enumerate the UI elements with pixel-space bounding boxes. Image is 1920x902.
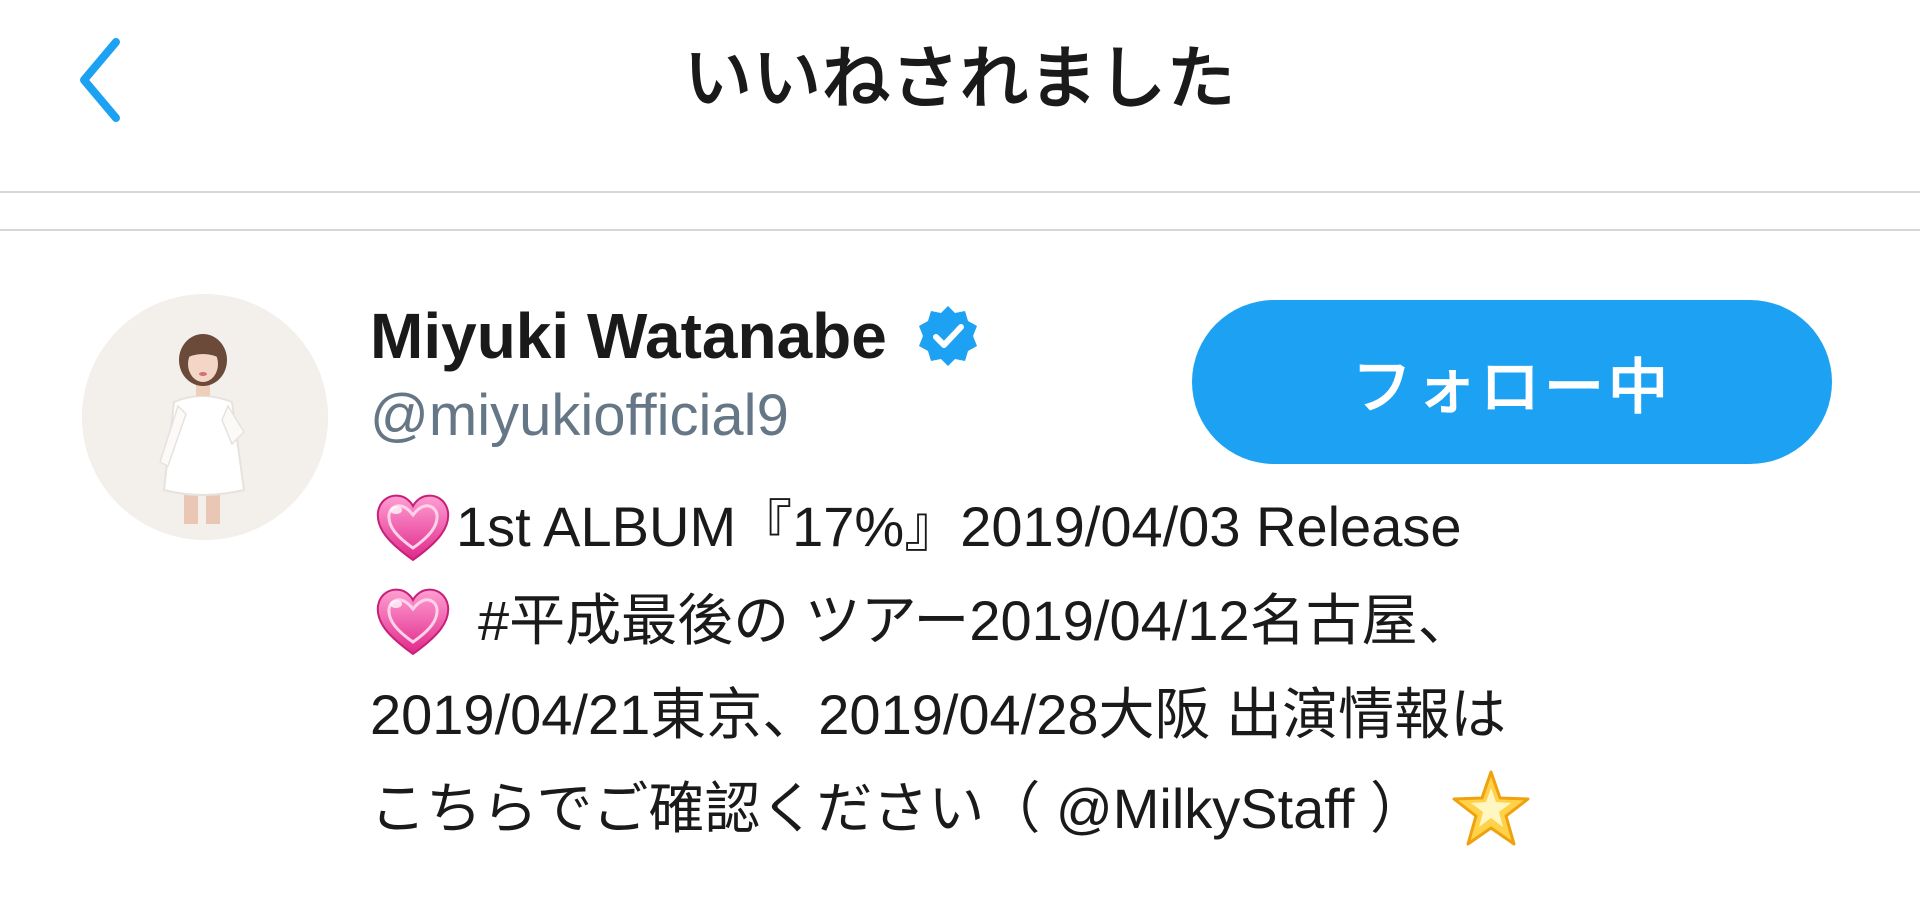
page-title: いいねされました bbox=[683, 40, 1236, 119]
bio-text-line-4: こちらでご確認ください（ @MilkyStaff ） bbox=[370, 777, 1426, 840]
display-name[interactable]: Miyuki Watanabe bbox=[370, 299, 887, 373]
user-list-item[interactable]: Miyuki Watanabe @miyukiofficial9 フォロー中 1… bbox=[0, 232, 1920, 902]
header-divider bbox=[0, 191, 1920, 193]
verified-badge-icon bbox=[915, 303, 981, 369]
bio-line-3: 2019/04/21東京、2019/04/28大阪 出演情報は bbox=[370, 668, 1830, 762]
header: いいねされました bbox=[0, 0, 1920, 192]
heart-icon bbox=[370, 578, 456, 664]
bio-line-1: 1st ALBUM『17%』2019/04/03 Release bbox=[370, 480, 1830, 574]
avatar[interactable] bbox=[82, 294, 328, 540]
liked-notification-screen: いいねされました Miyuki Watanabe @miyukiofficial… bbox=[0, 0, 1920, 902]
bio-line-4: こちらでご確認ください（ @MilkyStaff ） bbox=[370, 762, 1830, 856]
bio-text-line-2: #平成最後の ツアー2019/04/12名古屋、 bbox=[478, 589, 1474, 652]
section-divider bbox=[0, 229, 1920, 231]
bio-line-2: #平成最後の ツアー2019/04/12名古屋、 bbox=[370, 574, 1830, 668]
heart-icon bbox=[370, 484, 456, 570]
following-button[interactable]: フォロー中 bbox=[1192, 300, 1832, 464]
avatar-image bbox=[82, 294, 328, 540]
glowing-star-icon bbox=[1448, 766, 1534, 852]
user-handle: @miyukiofficial9 bbox=[370, 383, 789, 448]
user-bio: 1st ALBUM『17%』2019/04/03 Release #平成最後の … bbox=[370, 480, 1830, 856]
display-name-row: Miyuki Watanabe bbox=[370, 296, 981, 376]
bio-text-line-1: 1st ALBUM『17%』2019/04/03 Release bbox=[456, 495, 1462, 558]
bio-text-line-3: 2019/04/21東京、2019/04/28大阪 出演情報は bbox=[370, 683, 1507, 746]
